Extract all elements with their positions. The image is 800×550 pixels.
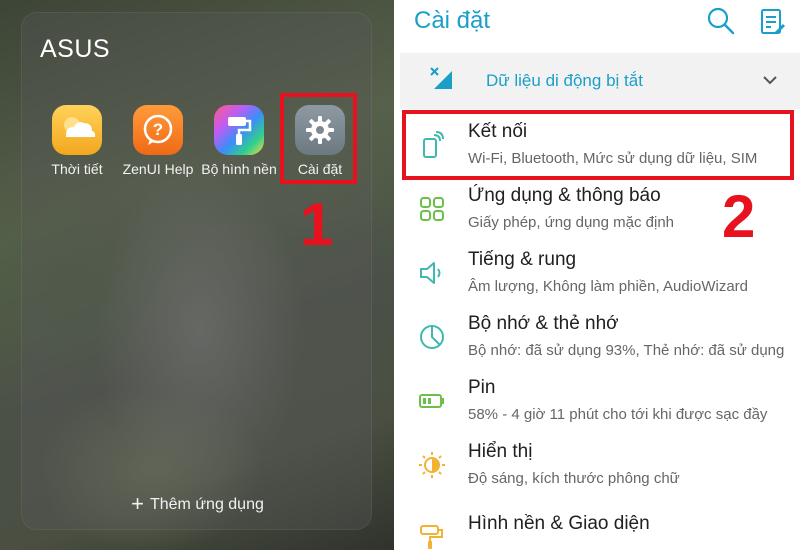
add-apps-label: Thêm ứng dụng <box>149 496 264 513</box>
setting-title: Hình nền & Giao diện <box>468 513 650 534</box>
setting-title: Pin <box>468 377 496 398</box>
search-button[interactable] <box>706 6 736 36</box>
apps-grid-icon <box>420 197 444 221</box>
search-icon <box>707 7 735 35</box>
display-brightness-icon <box>419 452 445 478</box>
battery-icon <box>419 394 444 408</box>
setting-item-sound[interactable]: Tiếng & rung Âm lượng, Không làm phiền, … <box>400 243 800 306</box>
setting-subtitle: Bộ nhớ: đã sử dụng 93%, Thẻ nhớ: đã sử d… <box>468 342 785 359</box>
notes-icon <box>761 9 785 34</box>
svg-text:?: ? <box>153 120 163 139</box>
app-weather[interactable]: Thời tiết <box>37 105 117 178</box>
app-folder: ASUS Thời tiết ? ZenUI Help Bộ hình nền … <box>21 12 372 530</box>
setting-item-wallpaper-theme[interactable]: Hình nền & Giao diện <box>400 507 800 550</box>
setting-title: Tiếng & rung <box>468 249 577 270</box>
chevron-down-icon <box>763 76 777 85</box>
setting-subtitle: Độ sáng, kích thước phông chữ <box>468 470 680 487</box>
zenui-help-icon: ? <box>133 105 183 155</box>
mobile-data-off-banner[interactable]: Dữ liệu di động bị tắt <box>400 53 800 109</box>
page-title: Cài đặt <box>414 7 491 34</box>
theme-icon <box>214 105 264 155</box>
setting-title: Bộ nhớ & thẻ nhớ <box>468 313 619 334</box>
setting-item-battery[interactable]: Pin 58% - 4 giờ 11 phút cho tới khi được… <box>400 371 800 434</box>
app-theme[interactable]: Bộ hình nền <box>199 105 279 178</box>
app-zenui-help[interactable]: ? ZenUI Help <box>118 105 198 178</box>
settings-app-bar: Cài đặt <box>400 0 800 45</box>
setting-subtitle: 58% - 4 giờ 11 phút cho tới khi được sạc… <box>468 406 768 423</box>
home-screen: ASUS Thời tiết ? ZenUI Help Bộ hình nền … <box>0 0 394 550</box>
setting-item-storage[interactable]: Bộ nhớ & thẻ nhớ Bộ nhớ: đã sử dụng 93%,… <box>400 307 800 370</box>
setting-title: Hiển thị <box>468 441 533 462</box>
sound-icon <box>420 262 441 284</box>
setting-subtitle: Âm lượng, Không làm phiền, AudioWizard <box>468 278 749 295</box>
weather-icon <box>52 105 102 155</box>
folder-title: ASUS <box>40 35 111 63</box>
setting-title: Ứng dụng & thông báo <box>468 185 661 206</box>
app-label: ZenUI Help <box>122 161 194 177</box>
paint-roller-icon <box>420 525 443 549</box>
data-banner-text: Dữ liệu di động bị tắt <box>486 71 643 90</box>
no-mobile-data-icon <box>430 67 452 89</box>
highlight-box-connection <box>402 110 794 180</box>
step-number-badge: 1 <box>300 191 334 258</box>
suggestions-button[interactable] <box>760 8 786 36</box>
setting-item-display[interactable]: Hiển thị Độ sáng, kích thước phông chữ <box>400 435 800 498</box>
storage-icon <box>420 325 444 349</box>
add-apps-button[interactable]: + Thêm ứng dụng <box>22 491 373 517</box>
settings-screen: Cài đặt Dữ liệu di động bị tắt Kết nối W… <box>400 0 800 550</box>
app-label: Bộ hình nền <box>201 161 277 177</box>
app-label: Thời tiết <box>51 161 103 177</box>
plus-icon: + <box>131 491 144 516</box>
highlight-box-settings-app <box>280 93 357 184</box>
step-number-badge: 2 <box>722 183 756 250</box>
